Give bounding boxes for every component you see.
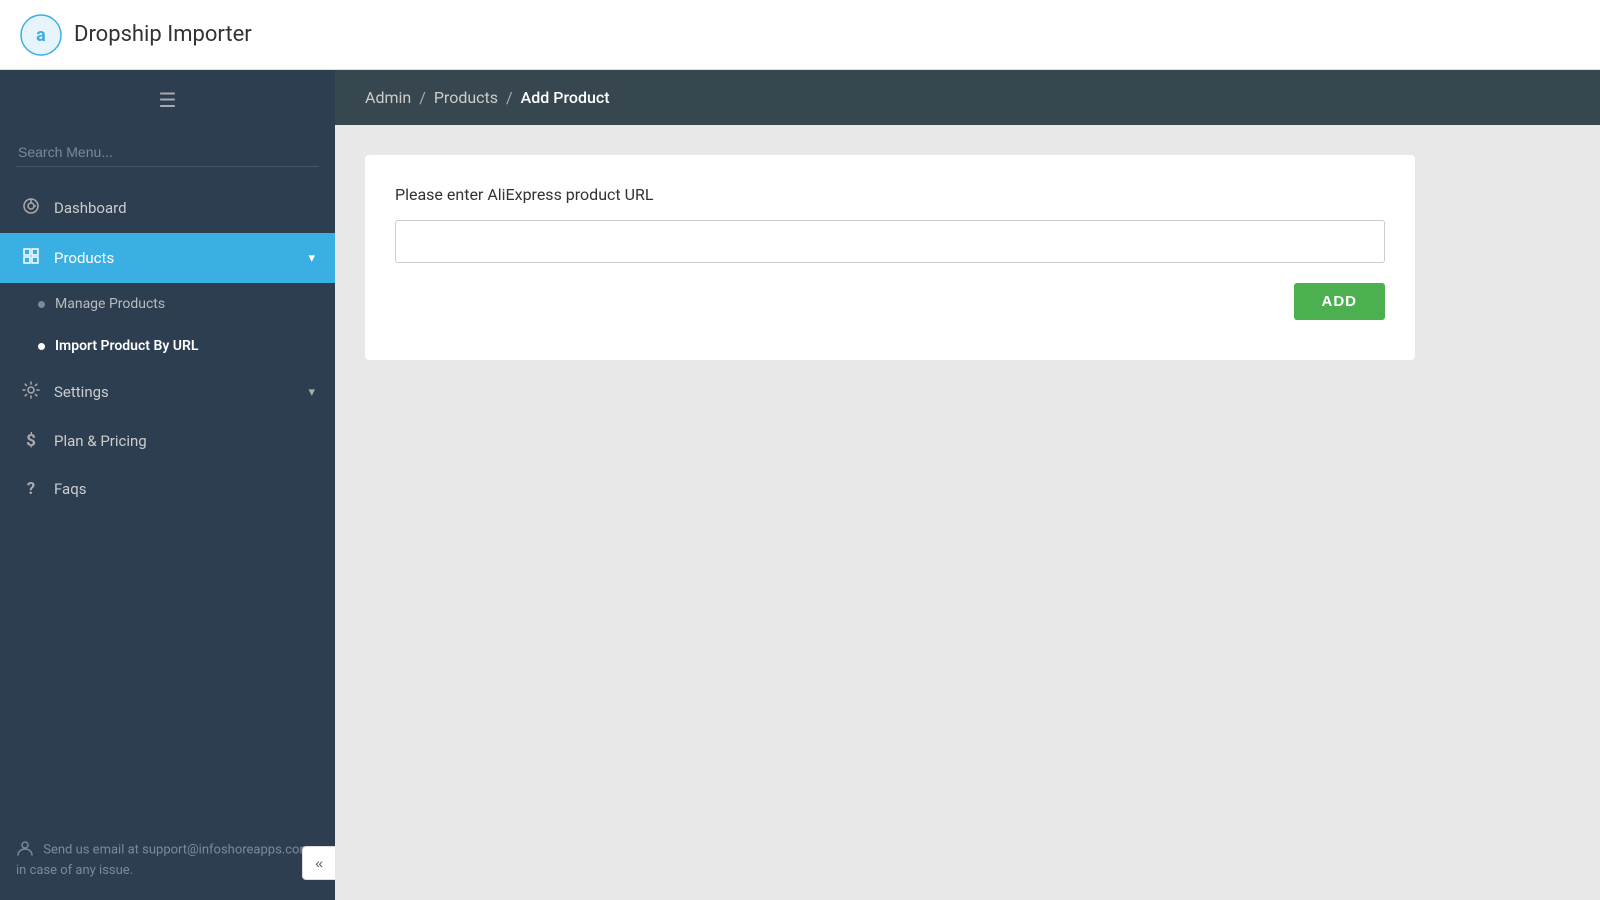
breadcrumb-products[interactable]: Products [434, 88, 498, 107]
sidebar-search-container [0, 130, 335, 183]
settings-chevron-icon: ▾ [308, 385, 315, 400]
sidebar-item-faqs-label: Faqs [54, 480, 315, 498]
subnav-dot-import [38, 343, 45, 350]
content-header: Admin / Products / Add Product [335, 70, 1600, 125]
collapse-icon: « [315, 855, 323, 871]
hamburger-icon: ☰ [159, 88, 177, 112]
content-area: Admin / Products / Add Product Please en… [335, 70, 1600, 900]
aliexpress-url-input[interactable] [395, 220, 1385, 263]
sidebar: ☰ Dashboard [0, 70, 335, 900]
breadcrumb-add-product: Add Product [521, 88, 610, 107]
add-product-card: Please enter AliExpress product URL ADD [365, 155, 1415, 360]
sidebar-search-input[interactable] [16, 138, 319, 167]
subnav-label-import-product: Import Product By URL [55, 338, 198, 354]
sidebar-subitem-import-product[interactable]: Import Product By URL [0, 325, 335, 367]
sidebar-subitem-manage-products[interactable]: Manage Products [0, 283, 335, 325]
products-icon [20, 247, 42, 269]
card-footer: ADD [395, 283, 1385, 320]
top-header: a Dropship Importer [0, 0, 1600, 70]
sidebar-collapse-button[interactable]: « [302, 846, 335, 880]
breadcrumb-sep-2: / [506, 88, 513, 107]
sidebar-item-settings-label: Settings [54, 383, 296, 401]
sidebar-item-dashboard[interactable]: Dashboard [0, 183, 335, 233]
sidebar-item-plan-label: Plan & Pricing [54, 432, 315, 450]
support-text: Send us email at support@infoshoreapps.c… [16, 842, 311, 878]
app-logo: a [20, 14, 62, 56]
app-title: Dropship Importer [74, 22, 252, 47]
sidebar-item-plan[interactable]: $ Plan & Pricing [0, 417, 335, 465]
dollar-icon: $ [20, 431, 42, 451]
question-icon: ? [20, 479, 42, 499]
add-product-button[interactable]: ADD [1294, 283, 1386, 320]
dashboard-icon [20, 197, 42, 219]
subnav-label-manage-products: Manage Products [55, 296, 165, 312]
url-input-label: Please enter AliExpress product URL [395, 185, 1385, 204]
breadcrumb-admin[interactable]: Admin [365, 88, 411, 107]
sidebar-item-settings[interactable]: Settings ▾ [0, 367, 335, 417]
svg-text:a: a [36, 25, 46, 46]
content-body: Please enter AliExpress product URL ADD [335, 125, 1600, 900]
sidebar-support-text: Send us email at support@infoshoreapps.c… [0, 819, 335, 900]
products-chevron-icon: ▾ [308, 251, 315, 266]
sidebar-item-products[interactable]: Products ▾ [0, 233, 335, 283]
settings-icon [20, 381, 42, 403]
main-layout: ☰ Dashboard [0, 70, 1600, 900]
hamburger-button[interactable]: ☰ [0, 70, 335, 130]
breadcrumb: Admin / Products / Add Product [365, 88, 610, 107]
sidebar-item-faqs[interactable]: ? Faqs [0, 465, 335, 513]
sidebar-item-dashboard-label: Dashboard [54, 199, 315, 217]
subnav-dot-manage [38, 301, 45, 308]
sidebar-item-products-label: Products [54, 249, 296, 267]
breadcrumb-sep-1: / [419, 88, 426, 107]
